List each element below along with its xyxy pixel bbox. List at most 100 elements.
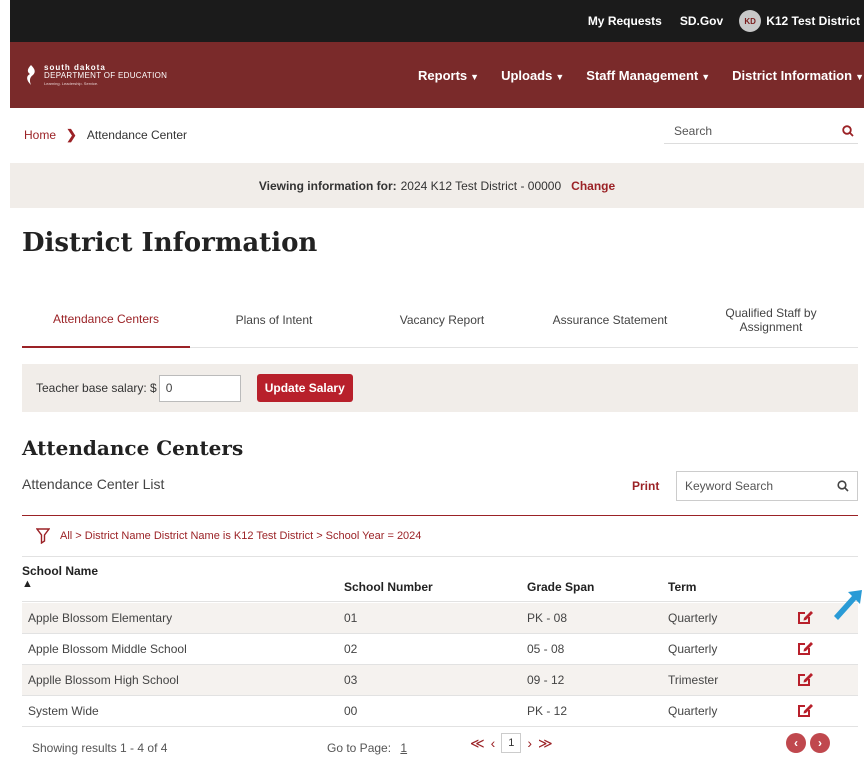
grade-span-cell: PK - 12 <box>527 704 568 718</box>
grade-span-cell: PK - 08 <box>527 611 568 625</box>
caret-down-icon: ▼ <box>470 71 480 82</box>
menu-reports[interactable]: Reports ▼ <box>418 68 479 83</box>
scroll-left-icon[interactable]: ‹ <box>786 733 806 753</box>
school-number-cell: 02 <box>344 642 358 656</box>
go-to-page-input[interactable]: 1 <box>400 741 407 755</box>
menu-staff-management-label: Staff Management <box>586 67 699 83</box>
next-page-icon[interactable]: › <box>527 735 532 751</box>
filter-text[interactable]: All > District Name District Name is K12… <box>60 530 421 542</box>
logo-line-2: DEPARTMENT OF EDUCATION <box>44 71 168 80</box>
user-name: K12 Test District <box>766 14 860 28</box>
keyword-search-input[interactable]: Keyword Search <box>676 471 858 501</box>
breadcrumb-home[interactable]: Home <box>24 128 56 142</box>
school-name-cell: Applle Blossom High School <box>28 673 179 687</box>
col-school-number[interactable]: School Number <box>344 580 433 594</box>
tab-plans-of-intent[interactable]: Plans of Intent <box>200 292 348 348</box>
menu-reports-label: Reports <box>418 67 468 83</box>
site-search-input[interactable]: Search <box>664 118 858 144</box>
term-cell: Quarterly <box>668 642 718 656</box>
prev-page-icon[interactable]: ‹ <box>491 735 496 751</box>
edit-icon[interactable] <box>796 639 814 657</box>
edit-icon[interactable] <box>796 701 814 719</box>
edit-icon[interactable] <box>796 608 814 626</box>
current-page[interactable]: 1 <box>501 733 522 753</box>
main-navbar: south dakota DEPARTMENT OF EDUCATION Lea… <box>10 42 864 108</box>
school-number-cell: 03 <box>344 673 358 687</box>
table-row: Apple Blossom Middle School 02 05 - 08 Q… <box>22 634 858 665</box>
school-name-cell: Apple Blossom Middle School <box>28 642 187 656</box>
menu-uploads[interactable]: Uploads ▼ <box>501 68 564 83</box>
school-number-cell: 01 <box>344 611 358 625</box>
school-name-cell: Apple Blossom Elementary <box>28 611 173 625</box>
breadcrumb: Home ❯ Attendance Center <box>24 127 187 143</box>
viewing-label: Viewing information for: <box>258 178 397 193</box>
keyword-placeholder: Keyword Search <box>685 479 774 493</box>
col-school-name[interactable]: School Name ▲ <box>22 564 98 590</box>
change-link[interactable]: Change <box>571 179 615 193</box>
grade-span-cell: 09 - 12 <box>527 673 565 687</box>
table-row: Applle Blossom High School 03 09 - 12 Tr… <box>22 665 858 696</box>
search-icon[interactable] <box>837 480 849 492</box>
avatar: KD <box>739 10 762 32</box>
search-icon[interactable] <box>842 124 854 137</box>
tab-qualified-staff[interactable]: Qualified Staff by Assignment <box>712 292 830 348</box>
table-row: System Wide 00 PK - 12 Quarterly <box>22 696 858 727</box>
sd-doe-logo[interactable]: south dakota DEPARTMENT OF EDUCATION Lea… <box>24 64 167 86</box>
col-term[interactable]: Term <box>668 580 696 594</box>
section-title: Attendance Centers <box>22 436 244 460</box>
caret-down-icon: ▼ <box>555 71 565 82</box>
term-cell: Trimester <box>668 673 719 687</box>
my-requests-link[interactable]: My Requests <box>588 14 662 28</box>
menu-district-information-label: District Information <box>732 67 853 83</box>
go-to-page-label: Go to Page: <box>327 741 392 755</box>
scroll-right-icon[interactable]: › <box>810 733 830 753</box>
table-header: School Name ▲ School Number Grade Span T… <box>22 562 858 602</box>
sd-gov-link[interactable]: SD.Gov <box>680 14 723 28</box>
viewing-info-banner: Viewing information for: 2024 K12 Test D… <box>10 163 864 208</box>
term-cell: Quarterly <box>668 704 718 718</box>
page-title: District Information <box>22 228 318 258</box>
viewing-value: 2024 K12 Test District - 00000 <box>400 178 562 193</box>
top-utility-bar: My Requests SD.Gov KD K12 Test District <box>10 0 864 42</box>
pointer-arrow-icon <box>834 590 862 620</box>
state-outline-icon <box>27 65 35 85</box>
menu-uploads-label: Uploads <box>501 67 553 83</box>
col-school-name-label: School Name <box>22 564 99 578</box>
table-footer: Showing results 1 - 4 of 4 Go to Page: 1… <box>22 729 858 765</box>
search-placeholder: Search <box>674 123 713 138</box>
tab-bar: Attendance Centers Plans of Intent Vacan… <box>22 292 858 348</box>
menu-staff-management[interactable]: Staff Management ▼ <box>586 68 710 83</box>
print-link[interactable]: Print <box>632 479 659 493</box>
tab-vacancy-report[interactable]: Vacancy Report <box>368 292 516 348</box>
main-menu: Reports ▼ Uploads ▼ Staff Management ▼ Dist… <box>396 42 864 108</box>
tab-assurance-statement[interactable]: Assurance Statement <box>536 292 684 348</box>
grade-span-cell: 05 - 08 <box>527 642 565 656</box>
caret-down-icon: ▼ <box>701 71 711 82</box>
go-to-page: Go to Page: 1 <box>327 741 407 755</box>
edit-icon[interactable] <box>796 670 814 688</box>
sort-up-icon[interactable]: ▲ <box>22 578 98 590</box>
salary-input[interactable]: 0 <box>158 374 241 402</box>
tab-attendance-centers[interactable]: Attendance Centers <box>22 292 190 348</box>
col-grade-span[interactable]: Grade Span <box>527 580 594 594</box>
salary-bar: Teacher base salary: $ 0 Update Salary <box>22 364 858 412</box>
menu-district-information[interactable]: District Information ▼ <box>732 68 864 83</box>
logo-tagline: Learning. Leadership. Service. <box>44 81 99 86</box>
caret-down-icon: ▼ <box>855 71 864 82</box>
chevron-right-icon: ❯ <box>66 127 77 142</box>
term-cell: Quarterly <box>668 611 718 625</box>
table-row: Apple Blossom Elementary 01 PK - 08 Quar… <box>22 603 858 634</box>
filter-icon[interactable] <box>36 528 50 544</box>
user-menu[interactable]: KD K12 Test District <box>739 10 864 32</box>
filter-bar: All > District Name District Name is K12… <box>22 515 858 557</box>
salary-label: Teacher base salary: $ <box>36 381 157 395</box>
school-name-cell: System Wide <box>28 704 99 718</box>
results-count: Showing results 1 - 4 of 4 <box>32 741 168 755</box>
last-page-icon[interactable]: ≫ <box>538 735 553 752</box>
first-page-icon[interactable]: ≪ <box>470 735 485 752</box>
update-salary-button[interactable]: Update Salary <box>256 374 353 402</box>
breadcrumb-current: Attendance Center <box>86 128 187 142</box>
school-number-cell: 00 <box>344 704 358 718</box>
pagination: ≪ ‹ 1 › ≫ <box>470 733 553 753</box>
list-title: Attendance Center List <box>22 476 165 492</box>
